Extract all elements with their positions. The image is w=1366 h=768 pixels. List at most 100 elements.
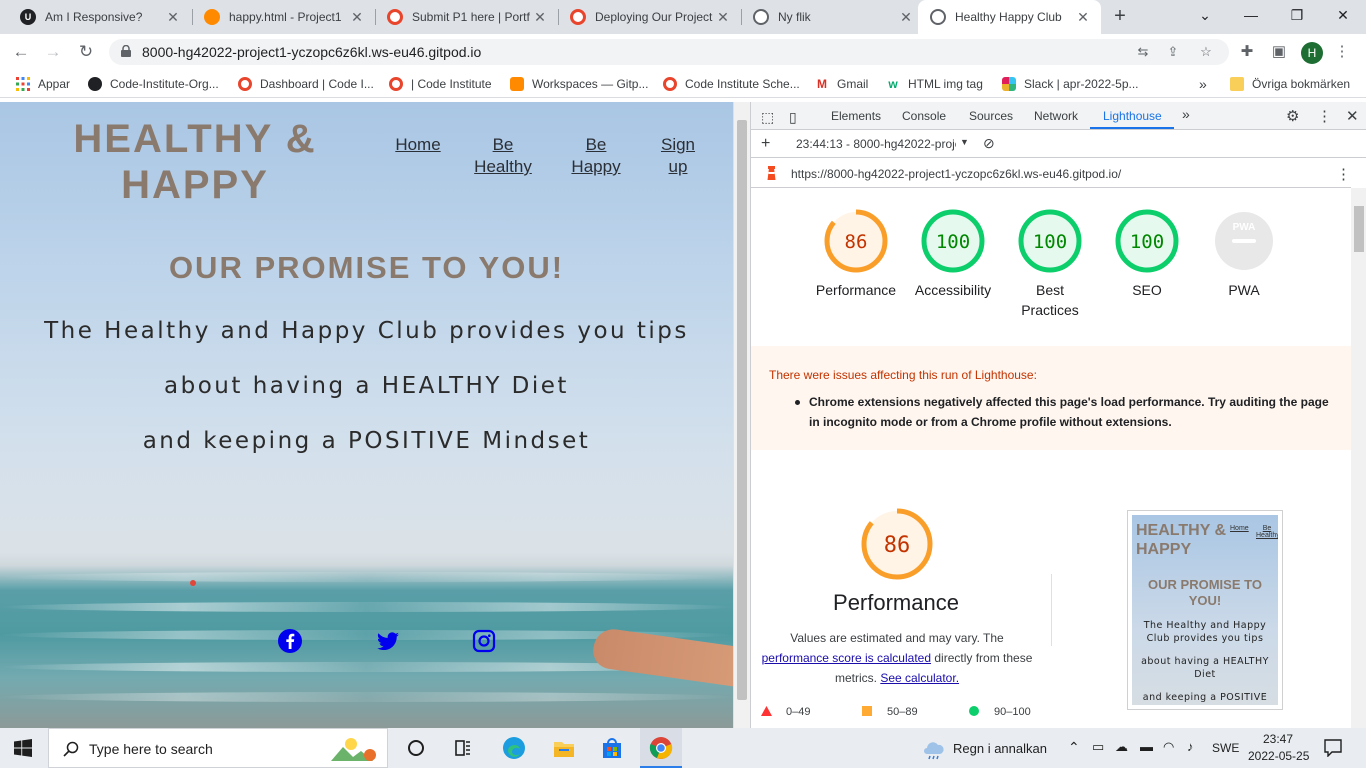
facebook-icon[interactable] [277, 628, 303, 654]
browser-tab[interactable]: Submit P1 here | Portf ✕ [375, 0, 558, 34]
score-gauge-seo[interactable]: 100 SEO [1102, 208, 1192, 300]
task-view-icon[interactable] [404, 736, 428, 760]
weather-text[interactable]: Regn i annalkan [953, 741, 1047, 756]
w3schools-icon: w [888, 77, 898, 91]
page-screenshot-thumbnail[interactable]: HEALTHY & HAPPY Home Be Healthy OUR PROM… [1127, 510, 1283, 710]
profile-avatar[interactable]: H [1301, 42, 1323, 64]
page-scrollbar[interactable] [733, 102, 750, 728]
clock-time[interactable]: 23:47 [1263, 732, 1293, 746]
address-bar[interactable]: 8000-hg42022-project1-yczopc6z6kl.ws-eu4… [109, 39, 1229, 65]
close-icon[interactable]: ✕ [165, 9, 181, 26]
store-icon[interactable] [600, 736, 624, 760]
show-hidden-icons-chevron-icon[interactable]: ⌃ [1068, 739, 1080, 756]
bookmark-item[interactable]: M Gmail [815, 76, 868, 92]
new-report-icon[interactable]: + [761, 135, 770, 153]
tab-network[interactable]: Network [1034, 109, 1078, 123]
bookmark-item[interactable]: Code Institute Sche... [663, 76, 800, 92]
more-tabs-button[interactable]: » [1182, 106, 1190, 122]
twitter-icon[interactable] [375, 628, 401, 654]
bookmarks-overflow-button[interactable]: » [1199, 76, 1207, 92]
bookmark-item[interactable]: Dashboard | Code I... [238, 76, 374, 92]
bookmark-item[interactable]: w HTML img tag [886, 76, 983, 92]
device-toolbar-icon[interactable]: ▯ [789, 109, 797, 126]
report-menu-icon[interactable]: ⋮ [1336, 165, 1351, 183]
bookmark-item[interactable]: | Code Institute [389, 76, 492, 92]
share-icon[interactable]: ⇪ [1165, 44, 1181, 60]
chrome-menu-icon[interactable]: ⋮ [1332, 42, 1352, 62]
site-logo[interactable]: HEALTHY & HAPPY [70, 116, 320, 208]
close-icon[interactable]: ✕ [532, 9, 548, 26]
volume-icon[interactable]: ♪ [1187, 739, 1194, 754]
taskbar-search-input[interactable]: Type here to search [48, 728, 388, 768]
forward-button[interactable]: → [40, 40, 66, 64]
close-icon[interactable]: ✕ [715, 9, 731, 26]
address-url[interactable]: 8000-hg42022-project1-yczopc6z6kl.ws-eu4… [142, 44, 481, 60]
chrome-taskbar-button[interactable] [640, 728, 682, 768]
battery-icon[interactable]: ▭ [1092, 739, 1104, 755]
translate-icon[interactable]: ⇆ [1135, 44, 1151, 60]
devtools-menu-icon[interactable]: ⋮ [1317, 107, 1332, 125]
browser-tab[interactable]: U Am I Responsive? ✕ [8, 0, 191, 34]
wifi-icon[interactable]: ◠ [1163, 739, 1174, 755]
close-icon[interactable]: ✕ [898, 9, 914, 26]
close-icon[interactable]: ✕ [1075, 9, 1091, 26]
notification-center-icon[interactable] [1324, 739, 1342, 757]
browser-tab[interactable]: happy.html - Project1 ✕ [192, 0, 375, 34]
minimize-button[interactable]: — [1228, 0, 1274, 30]
clock-date[interactable]: 2022-05-25 [1248, 749, 1309, 763]
instagram-icon[interactable] [471, 628, 497, 654]
browser-tab[interactable]: Ny flik ✕ [741, 0, 924, 34]
nav-be-happy[interactable]: Be Happy [566, 134, 626, 178]
close-window-button[interactable]: ✕ [1320, 0, 1366, 30]
see-calculator-link[interactable]: See calculator. [880, 671, 959, 685]
warning-title: There were issues affecting this run of … [769, 368, 1037, 382]
dropdown-arrow-icon[interactable]: ▼ [960, 137, 969, 147]
settings-gear-icon[interactable]: ⚙ [1286, 107, 1299, 125]
back-button[interactable]: ← [8, 40, 34, 64]
input-language[interactable]: SWE [1212, 741, 1239, 755]
report-scrollbar[interactable] [1351, 188, 1366, 728]
maximize-button[interactable]: ❐ [1274, 0, 1320, 30]
bookmark-label: Workspaces — Gitp... [532, 77, 649, 91]
cloud-icon[interactable]: ☁ [1115, 739, 1128, 755]
inspect-element-icon[interactable]: ⬚ [761, 109, 774, 126]
page-scrollbar-thumb[interactable] [737, 120, 747, 700]
edge-browser-icon[interactable] [502, 736, 526, 760]
nav-home[interactable]: Home [390, 134, 446, 156]
nav-be-healthy[interactable]: Be Healthy [470, 134, 536, 178]
score-gauge-accessibility[interactable]: 100 Accessibility [908, 208, 998, 300]
report-url[interactable]: https://8000-hg42022-project1-yczopc6z6k… [791, 167, 1121, 181]
side-panel-icon[interactable]: ▣ [1269, 42, 1289, 62]
reload-button[interactable]: ↻ [73, 40, 99, 64]
close-icon[interactable]: ✕ [349, 9, 365, 26]
bookmark-item[interactable]: Slack | apr-2022-5p... [1002, 76, 1139, 92]
bookmark-item[interactable]: Code-Institute-Org... [88, 76, 219, 92]
new-tab-button[interactable]: + [1108, 5, 1132, 29]
tab-console[interactable]: Console [902, 109, 946, 123]
score-gauge-performance[interactable]: 86 Performance [811, 208, 901, 300]
windows-start-icon[interactable] [14, 739, 32, 757]
nav-sign-up[interactable]: Sign up [652, 134, 704, 178]
bookmark-item[interactable]: Workspaces — Gitp... [510, 76, 648, 92]
report-scrollbar-thumb[interactable] [1354, 206, 1364, 252]
tab-lighthouse[interactable]: Lighthouse [1103, 109, 1162, 123]
clear-reports-icon[interactable]: ⊘ [983, 135, 995, 152]
display-icon[interactable]: ▬ [1140, 739, 1153, 754]
other-bookmarks[interactable]: Övriga bokmärken [1230, 76, 1350, 92]
score-calculated-link[interactable]: performance score is calculated [762, 651, 931, 665]
widgets-icon[interactable] [451, 736, 475, 760]
score-gauge-best-practices[interactable]: 100 Best Practices [1005, 208, 1095, 320]
score-gauge-pwa[interactable]: PWA PWA [1199, 208, 1289, 300]
bookmark-star-icon[interactable]: ☆ [1198, 44, 1214, 60]
tab-search-icon[interactable]: ⌄ [1182, 0, 1228, 30]
extensions-icon[interactable]: ✚ [1237, 42, 1257, 62]
close-devtools-icon[interactable]: ✕ [1346, 107, 1359, 125]
browser-tab-active[interactable]: Healthy Happy Club ✕ [918, 0, 1101, 34]
weather-rain-icon[interactable] [921, 736, 947, 760]
tab-elements[interactable]: Elements [831, 109, 881, 123]
browser-tab[interactable]: Deploying Our Project ✕ [558, 0, 741, 34]
file-explorer-icon[interactable] [552, 736, 576, 760]
tab-sources[interactable]: Sources [969, 109, 1013, 123]
bookmark-item[interactable]: Appar [16, 76, 70, 92]
report-selector[interactable]: 23:44:13 - 8000-hg42022-proje [796, 137, 956, 151]
